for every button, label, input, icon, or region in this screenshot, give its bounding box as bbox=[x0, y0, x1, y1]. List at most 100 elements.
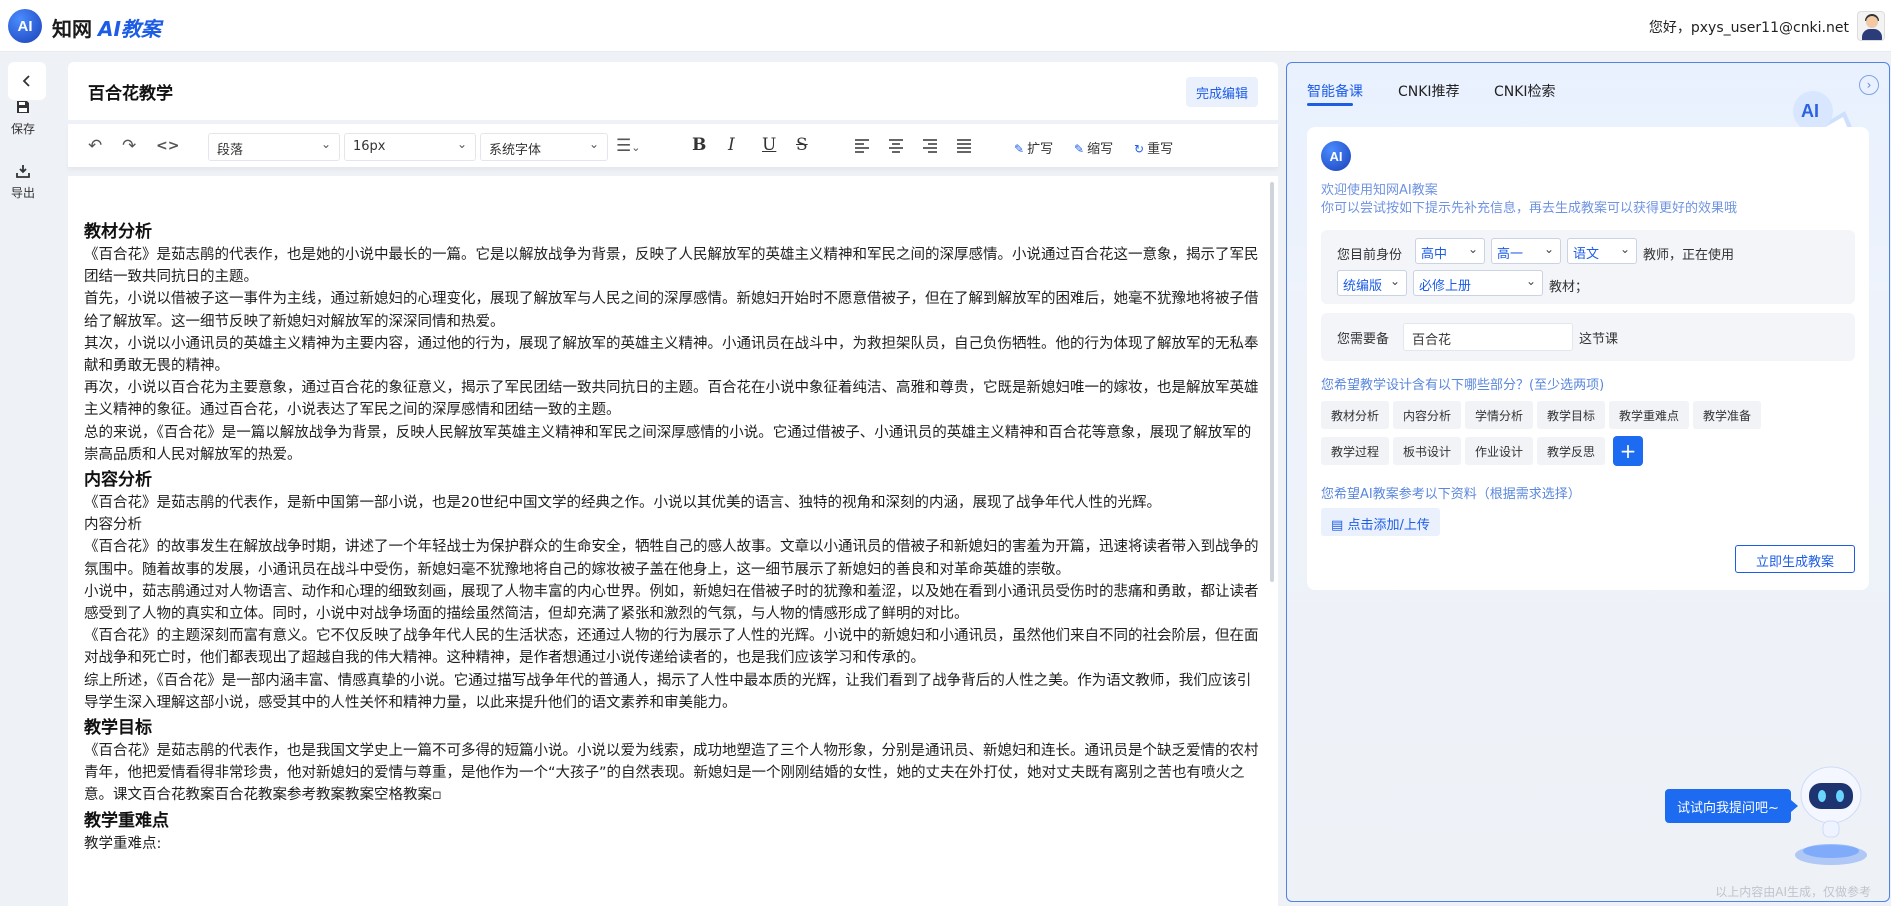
chevron-down-icon: ⌄ bbox=[1543, 242, 1554, 256]
collapse-panel-icon[interactable]: › bbox=[1859, 75, 1879, 95]
paragraph: 总的来说，《百合花》是一篇以解放战争为背景，反映人民解放军英雄主义精神和军民之间… bbox=[84, 424, 1252, 463]
font-size-select[interactable]: 16px ⌄ bbox=[344, 133, 476, 161]
paragraph: 《百合花》是茹志鹃的代表作，也是她的小说中最长的一篇。它是以解放战争为背景，反映… bbox=[84, 247, 1259, 286]
save-label: 保存 bbox=[10, 122, 35, 136]
chip-key-difficulties[interactable]: 教学重难点 bbox=[1609, 401, 1690, 429]
paragraph: 首先，小说以借被子这一事件为主线，通过新媳妇的心理变化，展现了解放军与人民之间的… bbox=[84, 291, 1259, 330]
generate-lesson-button[interactable]: 立即生成教案 bbox=[1734, 545, 1855, 573]
ai-disclaimer: 以上内容由AI生成，仅做参考 bbox=[1715, 885, 1871, 899]
avatar[interactable] bbox=[1857, 11, 1885, 41]
identity-prefix: 您目前身份 bbox=[1337, 248, 1403, 263]
prepare-prefix: 您需要备 bbox=[1337, 332, 1390, 347]
doc-title-bar: 百合花教学 完成编辑 bbox=[68, 62, 1278, 120]
bold-icon[interactable]: B bbox=[692, 135, 706, 155]
subject-select[interactable]: 语文 ⌄ bbox=[1567, 238, 1637, 264]
robot-assistant-icon[interactable] bbox=[1787, 759, 1875, 869]
paragraph: 《百合花》的主题深刻而富有意义。它不仅反映了战争年代人民的生活状态，还通过人物的… bbox=[84, 628, 1259, 667]
section-heading: 内容分析 bbox=[84, 470, 152, 491]
chip-textbook-analysis[interactable]: 教材分析 bbox=[1321, 401, 1390, 429]
chip-content-analysis[interactable]: 内容分析 bbox=[1393, 401, 1462, 429]
section-heading: 教学重难点 bbox=[84, 810, 169, 831]
add-part-button[interactable]: + bbox=[1613, 436, 1643, 466]
chip-objectives[interactable]: 教学目标 bbox=[1537, 401, 1606, 429]
logo-icon[interactable]: AI bbox=[8, 9, 42, 43]
lesson-box: 您需要备 百合花 这节课 bbox=[1321, 313, 1855, 361]
svg-text:AI: AI bbox=[1801, 101, 1819, 121]
editor-toolbar: ↶ ↷ <> 段落 ⌄ 16px ⌄ 系统字体 ⌄ ☰⌄ B I U S ✎ 扩写 ✎ 缩… bbox=[68, 124, 1278, 168]
stage-select[interactable]: 高中 ⌄ bbox=[1415, 238, 1485, 264]
paragraph: 《百合花》是茹志鹃的代表作，是新中国第一部小说，也是20世纪中国文学的经典之作。… bbox=[84, 495, 1161, 512]
volume-select[interactable]: 必修上册 ⌄ bbox=[1413, 270, 1543, 296]
magic-wand-icon: ✎ bbox=[1074, 142, 1085, 156]
underline-icon[interactable]: U bbox=[762, 135, 776, 155]
shorten-button[interactable]: ✎ 缩写 bbox=[1074, 138, 1113, 157]
back-button[interactable] bbox=[8, 62, 46, 100]
italic-icon[interactable]: I bbox=[728, 135, 735, 155]
chip-learner-analysis[interactable]: 学情分析 bbox=[1465, 401, 1534, 429]
export-button[interactable]: 导出 bbox=[0, 164, 46, 201]
lesson-input[interactable]: 百合花 bbox=[1403, 323, 1573, 351]
editor-panel: 百合花教学 完成编辑 ↶ ↷ <> 段落 ⌄ 16px ⌄ 系统字体 ⌄ ☰⌄ B I… bbox=[68, 62, 1278, 906]
save-button[interactable]: 保存 bbox=[0, 100, 46, 137]
top-header: AI 知网 AI教案 您好，pxys_user11@cnki.net bbox=[0, 0, 1891, 52]
grade-select[interactable]: 高一 ⌄ bbox=[1491, 238, 1561, 264]
chevron-left-icon bbox=[22, 75, 30, 87]
refresh-icon: ↻ bbox=[1134, 142, 1145, 156]
brand-cn: 知网 bbox=[52, 17, 92, 41]
tab-cnki-recommend[interactable]: CNKI推荐 bbox=[1398, 81, 1460, 101]
align-left-icon[interactable] bbox=[854, 138, 870, 154]
chevron-down-icon: ⌄ bbox=[588, 137, 599, 151]
font-family-select[interactable]: 系统字体 ⌄ bbox=[480, 133, 608, 161]
line-height-icon[interactable]: ☰⌄ bbox=[616, 136, 640, 158]
ask-me-bubble[interactable]: 试试向我提问吧~ bbox=[1665, 789, 1798, 823]
chevron-down-icon: ⌄ bbox=[320, 137, 331, 151]
redo-icon[interactable]: ↷ bbox=[122, 136, 136, 156]
user-greeting: 您好，pxys_user11@cnki.net bbox=[1648, 20, 1849, 36]
export-label: 导出 bbox=[10, 186, 35, 200]
edition-select[interactable]: 统编版 ⌄ bbox=[1337, 270, 1407, 296]
reference-hint: 您希望AI教案参考以下资料（根据需求选择） bbox=[1321, 487, 1581, 502]
tab-smart-prep[interactable]: 智能备课 bbox=[1307, 81, 1363, 101]
expand-button[interactable]: ✎ 扩写 bbox=[1014, 138, 1053, 157]
chip-preparation[interactable]: 教学准备 bbox=[1693, 401, 1762, 429]
paragraph: 内容分析 bbox=[84, 517, 142, 534]
chip-reflection[interactable]: 教学反思 bbox=[1537, 437, 1606, 465]
assistant-panel: 智能备课 CNKI推荐 CNKI检索 AI › AI 欢迎使用知网AI教案 你可… bbox=[1286, 62, 1890, 902]
chevron-down-icon: ⌄ bbox=[1389, 274, 1400, 288]
left-rail: 保存 导出 bbox=[0, 52, 58, 906]
ai-avatar-icon: AI bbox=[1321, 141, 1351, 171]
chevron-down-icon: ⌄ bbox=[1525, 274, 1536, 288]
rewrite-button[interactable]: ↻ 重写 bbox=[1134, 138, 1173, 157]
page-title[interactable]: 百合花教学 bbox=[88, 79, 173, 104]
align-center-icon[interactable] bbox=[888, 138, 904, 154]
tab-cnki-search[interactable]: CNKI检索 bbox=[1494, 81, 1556, 101]
align-justify-icon[interactable] bbox=[956, 138, 972, 154]
undo-icon[interactable]: ↶ bbox=[88, 136, 102, 156]
document-body[interactable]: 教材分析《百合花》是茹志鹃的代表作，也是她的小说中最长的一篇。它是以解放战争为背… bbox=[68, 176, 1278, 906]
active-tab-indicator bbox=[1307, 103, 1353, 106]
section-heading: 教材分析 bbox=[84, 222, 152, 242]
align-right-icon[interactable] bbox=[922, 138, 938, 154]
strikethrough-icon[interactable]: S bbox=[796, 135, 808, 155]
paragraph: 其次，小说以小通讯员的英雄主义精神为主要内容，通过他的行为，展现了解放军的英雄主… bbox=[84, 335, 1259, 375]
export-icon bbox=[16, 165, 30, 178]
brand-name[interactable]: 知网 AI教案 bbox=[52, 13, 161, 42]
save-icon bbox=[17, 101, 29, 113]
upload-button[interactable]: ▤ 点击添加/上传 bbox=[1321, 508, 1440, 536]
code-icon[interactable]: <> bbox=[156, 136, 179, 156]
chevron-down-icon: ⌄ bbox=[456, 137, 467, 151]
paragraph: 《百合花》的故事发生在解放战争时期，讲述了一个年轻战士为保护群众的生命安全，牺牲… bbox=[84, 539, 1259, 578]
paragraph: 《百合花》是茹志鹃的代表作，也是我国文学史上一篇不可多得的短篇小说。小说以爱为线… bbox=[84, 743, 1259, 804]
prep-form-card: AI 欢迎使用知网AI教案 你可以尝试按如下提示先补充信息，再去生成教案可以获得… bbox=[1307, 127, 1869, 590]
paragraph: 教学重难点: bbox=[84, 835, 162, 852]
scrollbar[interactable] bbox=[1270, 182, 1274, 582]
section-heading: 教学目标 bbox=[84, 718, 152, 739]
chip-process[interactable]: 教学过程 bbox=[1321, 437, 1390, 465]
chevron-down-icon: ⌄ bbox=[1619, 242, 1630, 256]
identity-box: 您目前身份 高中 ⌄ 高一 ⌄ 语文 ⌄ 教师，正在使用 统编版 ⌄ 必修上册 ⌄ 教材； bbox=[1321, 230, 1855, 304]
chip-homework[interactable]: 作业设计 bbox=[1465, 437, 1534, 465]
chip-board-design[interactable]: 板书设计 bbox=[1393, 437, 1462, 465]
finish-edit-button[interactable]: 完成编辑 bbox=[1185, 77, 1258, 107]
paragraph: 小说中，茹志鹃通过对人物语言、动作和心理的细致刻画，展现了人物丰富的内心世界。例… bbox=[84, 583, 1259, 623]
paragraph-select[interactable]: 段落 ⌄ bbox=[208, 133, 340, 161]
